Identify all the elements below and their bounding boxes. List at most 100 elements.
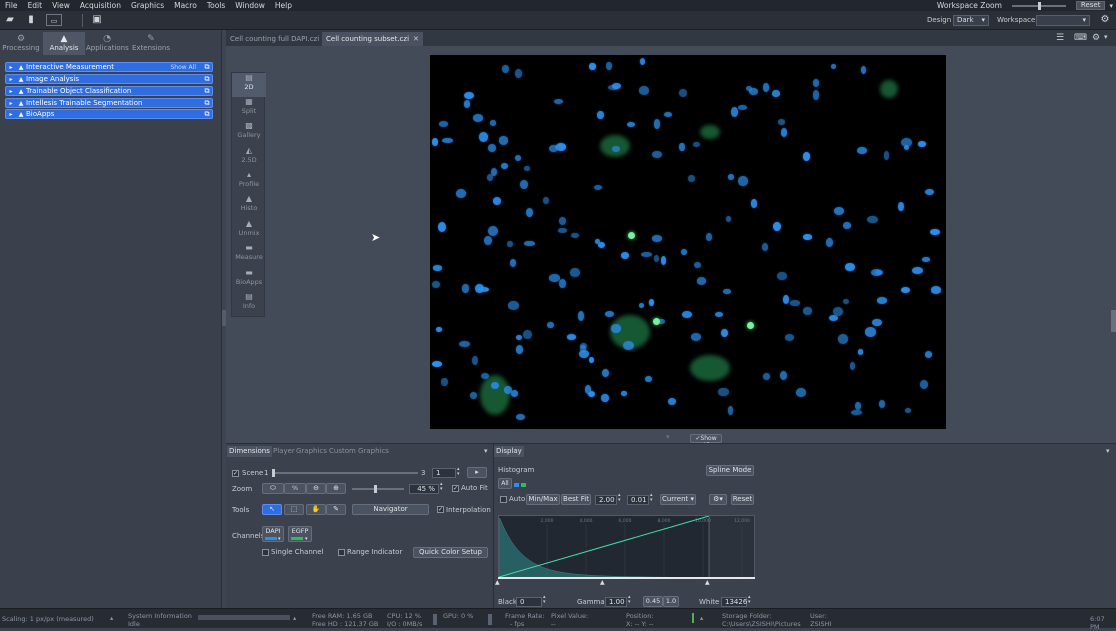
spinner-icon[interactable]: ▴ ▾ [618,493,621,503]
zoom-slider-handle[interactable] [374,485,377,493]
display-reset-button[interactable]: Reset [731,494,754,505]
tool-interactive-measurement[interactable]: ▸ ▲ Interactive Measurement Show All ⧉ [5,62,213,72]
view-split-button[interactable]: ▦ Split [232,97,266,121]
view-unmix-button[interactable]: ▲ Unmix [232,219,266,243]
channel-all-button[interactable]: All [498,478,512,489]
tab-dimensions[interactable]: Dimensions [227,446,272,457]
quick-color-setup-button[interactable]: Quick Color Setup [413,547,488,558]
acquisition-icon[interactable]: ▮ [24,14,38,26]
keyboard-icon[interactable]: ⌨ [1074,33,1087,43]
expand-arrow-icon[interactable]: ▸ [6,76,16,83]
chevron-down-icon[interactable]: ▾ [1104,33,1108,41]
range-indicator-checkbox[interactable] [338,549,345,556]
scene-slider-handle[interactable] [272,469,275,477]
chevron-down-icon[interactable]: ▾ [1109,2,1113,10]
status-expand-icon[interactable]: ▴ [700,614,703,622]
interpolation-checkbox[interactable]: ✓ [437,506,444,513]
white-input[interactable]: 13426 [721,597,747,607]
black-input[interactable]: 0 [516,597,542,607]
white-point-handle[interactable]: ▲ [705,579,710,586]
workspace-dropdown[interactable]: ▾ [1036,15,1090,26]
select-tool-button[interactable]: ⬚ [284,504,304,515]
gamma-handle[interactable]: ▲ [600,579,605,586]
tab-graphics[interactable]: Graphics [294,446,329,457]
menu-tools[interactable]: Tools [202,0,230,11]
view-2d-button[interactable]: ▤ 2D [232,73,266,97]
settings-gear-icon[interactable]: ⚙ [1098,14,1112,26]
play-button[interactable]: ▸ [467,467,487,478]
tab-player[interactable]: Player [271,446,297,457]
tab-processing[interactable]: ⚙ Processing [0,32,42,55]
zoom-fit-button[interactable]: ⬭ [262,483,284,494]
auto-checkbox[interactable] [500,496,507,503]
spinner-icon[interactable]: ▴ ▾ [650,493,653,503]
histogram-plot[interactable]: 2,000 4,000 6,000 8,000 10,000 12,000 [498,515,755,578]
popout-icon[interactable]: ⧉ [202,63,212,72]
best-fit-button[interactable]: Best Fit [561,494,591,505]
microscopy-image[interactable] [430,55,946,429]
tab-display[interactable]: Display [494,446,524,457]
gamma-input[interactable]: 1.00 [605,597,627,607]
show-all-button[interactable]: ✓Show All [690,434,722,449]
chevron-down-icon[interactable]: ▾ [1106,447,1110,455]
tab-applications[interactable]: ◔ Applications [86,32,129,55]
zoom-input[interactable]: 45 % [409,484,439,494]
view-gallery-button[interactable]: ▩ Gallery [232,121,266,145]
scene-checkbox[interactable]: ✓ [232,470,239,477]
snap-icon[interactable]: ▣ [90,14,104,26]
workspace-zoom-slider[interactable] [1011,1,1066,10]
menu-help[interactable]: Help [270,0,297,11]
draw-tool-button[interactable]: ✎ [326,504,346,515]
expand-arrow-icon[interactable]: ▸ [6,100,16,107]
status-expand-icon[interactable]: ▴ [110,614,113,622]
pointer-tool-button[interactable]: ↖ [262,504,282,515]
view-profile-button[interactable]: ▴ Profile [232,170,266,194]
close-icon[interactable]: ✕ [413,35,419,43]
menu-window[interactable]: Window [230,0,270,11]
popout-icon[interactable]: ⧉ [202,87,212,96]
pan-tool-button[interactable]: ✋ [306,504,326,515]
scene-input[interactable]: 1 [432,468,456,478]
histogram-settings-button[interactable]: ⚙▾ [709,494,727,505]
zoom-spinner-icon[interactable]: ▴ ▾ [440,482,443,492]
layout-icon[interactable]: ▭ [46,14,62,26]
tab-extensions[interactable]: ✎ Extensions [130,32,172,55]
scene-slider[interactable] [272,469,418,477]
channel-egfp-button[interactable]: EGFP ▾ [288,526,312,542]
tool-trainable-object-classification[interactable]: ▸ ▲ Trainable Object Classification ⧉ [5,86,213,96]
popout-icon[interactable]: ⧉ [202,99,212,108]
tool-image-analysis[interactable]: ▸ ▲ Image Analysis ⧉ [5,74,213,84]
menu-macro[interactable]: Macro [169,0,202,11]
spline-mode-button[interactable]: Spline Mode [706,465,754,476]
view-25d-button[interactable]: ◭ 2.5D [232,146,266,170]
chevron-down-icon[interactable]: ▾ [484,447,488,455]
menu-graphics[interactable]: Graphics [126,0,169,11]
bestfit-value-2[interactable]: 0.01 [627,495,649,505]
zoom-slider[interactable] [352,485,404,493]
gamma-1-button[interactable]: 1.0 [663,596,679,607]
spinner-icon[interactable]: ▴ ▾ [543,595,546,605]
doc-tab-full-dapi[interactable]: Cell counting full DAPI.czi✕ [226,32,333,46]
spinner-icon[interactable]: ▴ ▾ [628,595,631,605]
menu-view[interactable]: View [47,0,75,11]
single-channel-checkbox[interactable] [262,549,269,556]
tab-analysis[interactable]: ▲ Analysis [43,32,85,55]
view-bioapps-button[interactable]: ▬ BioApps [232,268,266,292]
workspace-zoom-reset-button[interactable]: Reset [1075,1,1106,10]
expand-down-icon[interactable]: ▾ [666,433,670,441]
spinner-icon[interactable]: ▴ ▾ [748,595,751,605]
view-info-button[interactable]: ▤ Info [232,292,266,316]
menu-file[interactable]: File [0,0,23,11]
expand-arrow-icon[interactable]: ▸ [6,111,16,118]
design-dropdown[interactable]: Dark ▾ [953,15,989,26]
show-all-link[interactable]: Show All [170,64,196,71]
zoom-100-button[interactable]: ⁰⁄₀ [284,483,306,494]
expand-arrow-icon[interactable]: ▸ [6,64,16,71]
current-dropdown[interactable]: Current ▾ [660,494,696,505]
minmax-button[interactable]: Min/Max [526,494,560,505]
expand-arrow-icon[interactable]: ▸ [6,88,16,95]
menu-edit[interactable]: Edit [23,0,48,11]
tool-intellesis-segmentation[interactable]: ▸ ▲ Intellesis Trainable Segmentation ⧉ [5,98,213,108]
open-folder-icon[interactable]: ▰ [3,14,17,26]
channel-dapi-button[interactable]: DAPI ▾ [262,526,284,542]
